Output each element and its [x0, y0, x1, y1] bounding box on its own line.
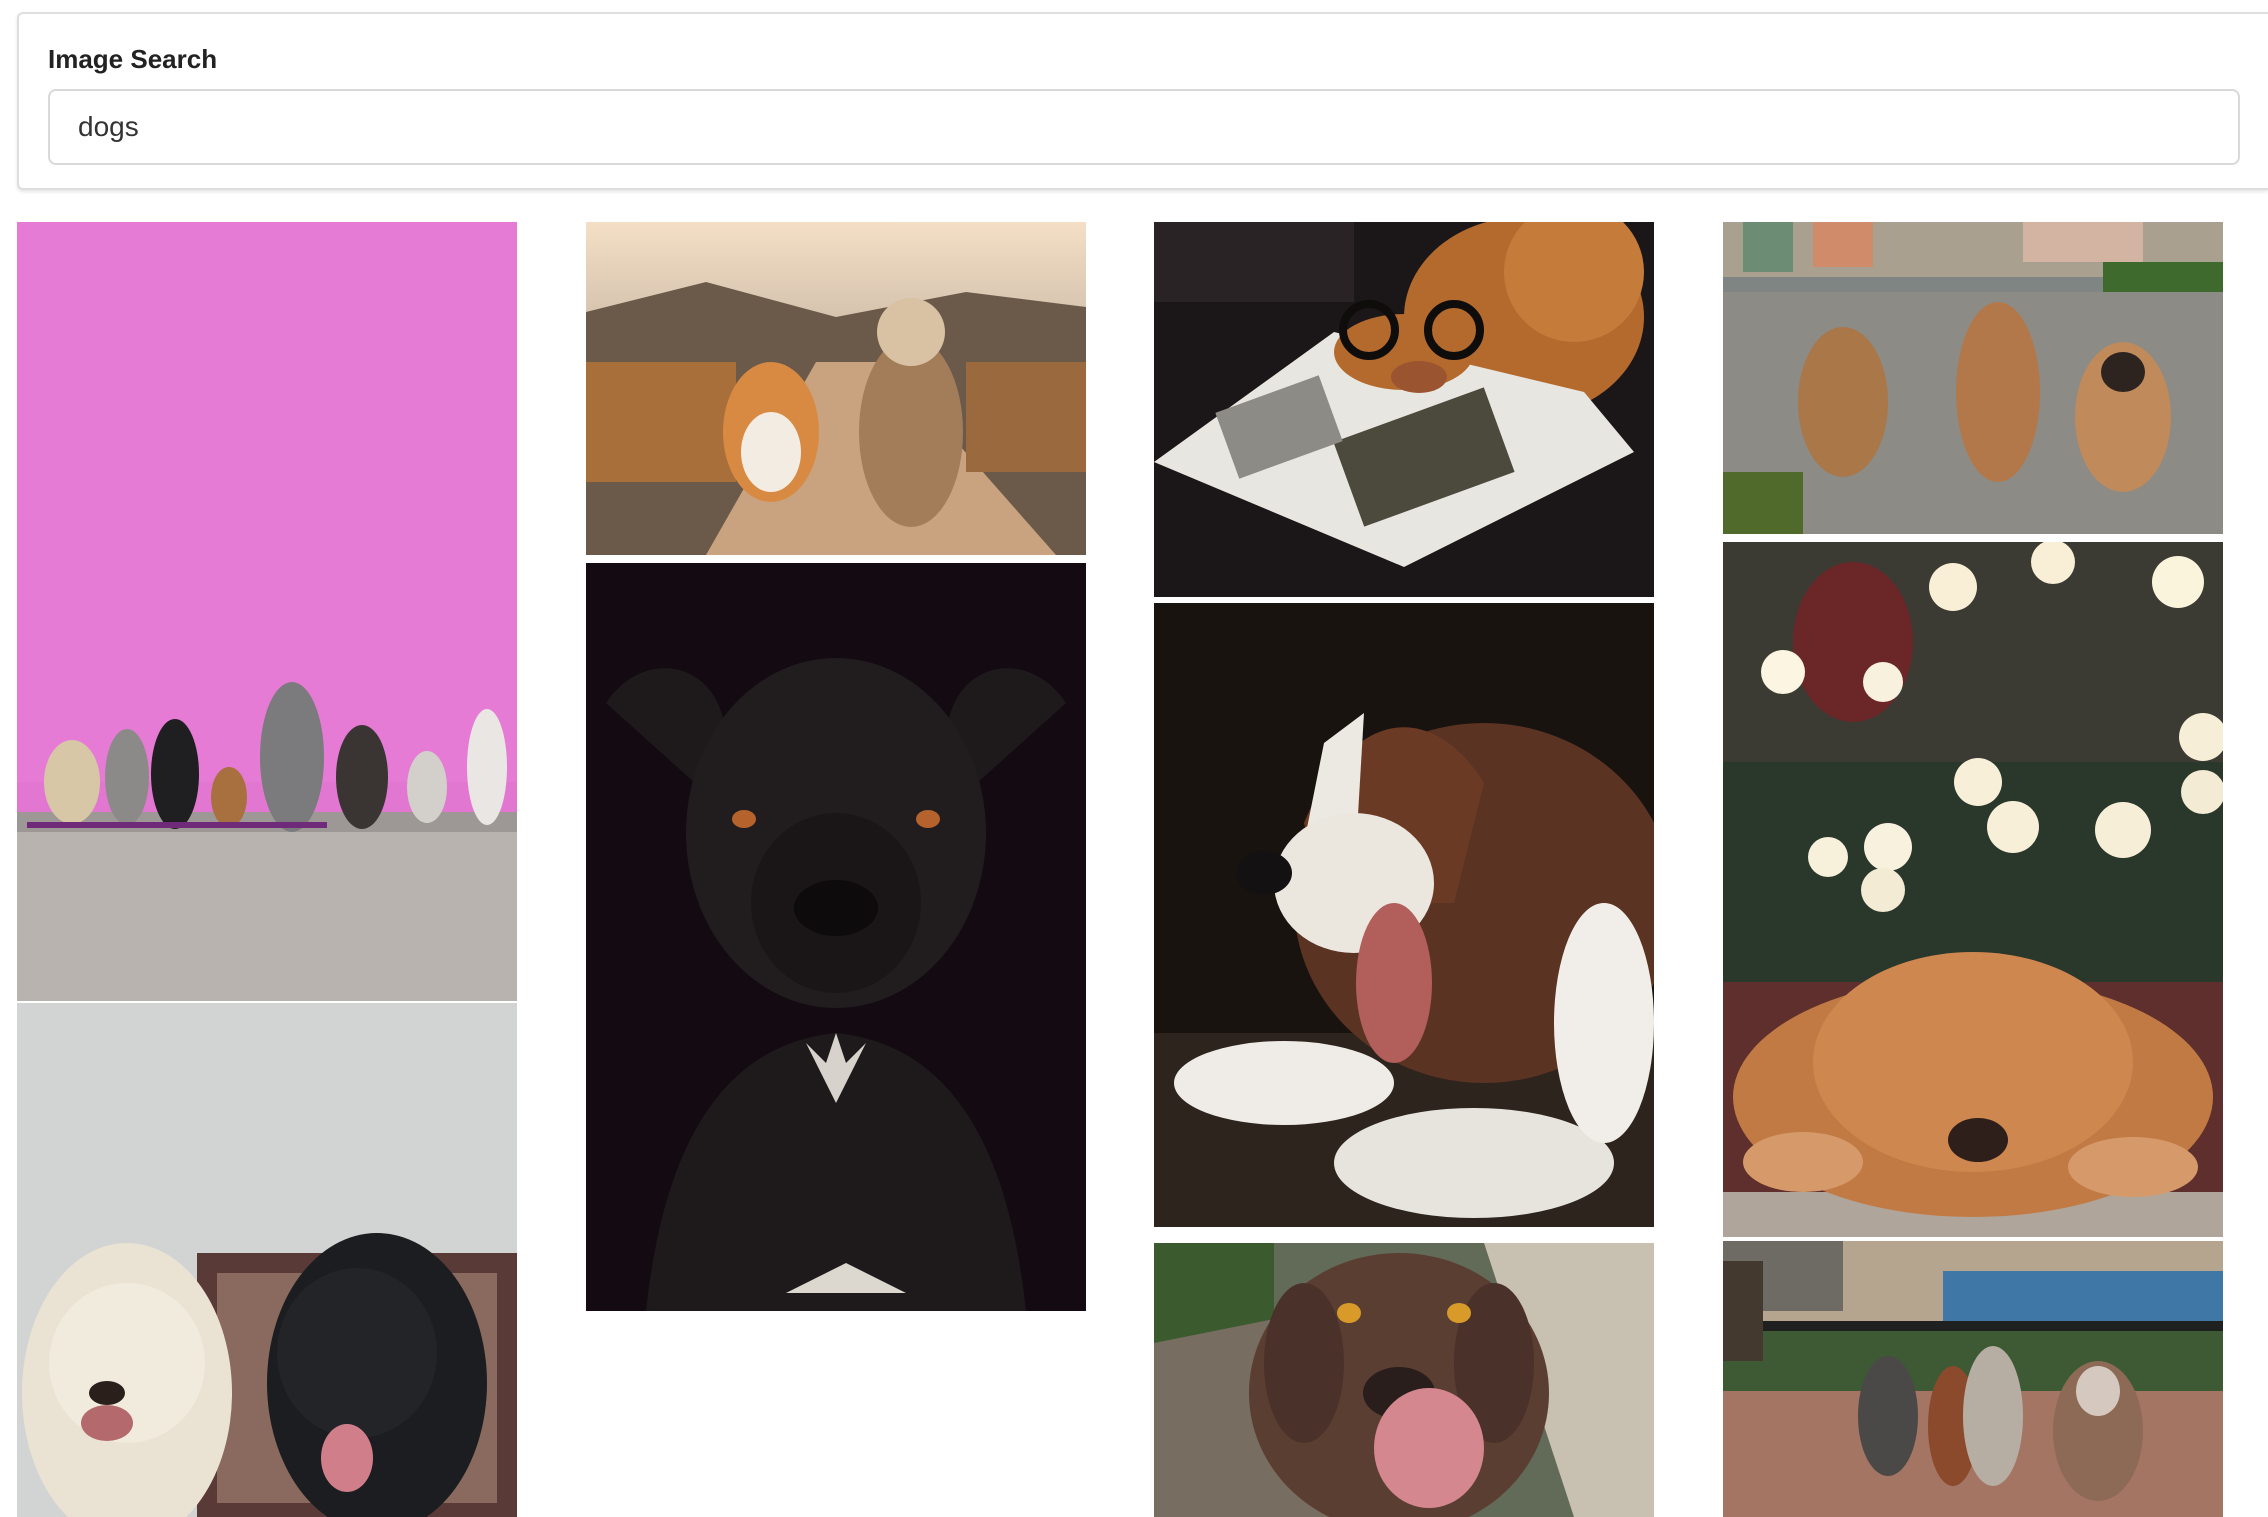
image-yawning-puppy[interactable]: [1154, 603, 1654, 1227]
image-corgi-yorkie-path[interactable]: [586, 222, 1086, 555]
image-sleeping-golden-puppy[interactable]: [1723, 542, 2223, 1237]
image-black-dog-portrait[interactable]: [586, 563, 1086, 1311]
image-dog-glasses-magazine[interactable]: [1154, 222, 1654, 597]
image-dogs-on-leash-park[interactable]: [1723, 1241, 2223, 1517]
image-licking-brown-dog[interactable]: [1154, 1243, 1654, 1517]
search-card: Image Search: [17, 12, 2268, 190]
image-three-puppies-gravel[interactable]: [1723, 222, 2223, 534]
search-input[interactable]: [48, 89, 2240, 165]
search-label: Image Search: [48, 44, 218, 74]
image-doodle-and-lab[interactable]: [17, 1003, 517, 1517]
image-dogs-pink-wall[interactable]: [17, 222, 517, 1001]
